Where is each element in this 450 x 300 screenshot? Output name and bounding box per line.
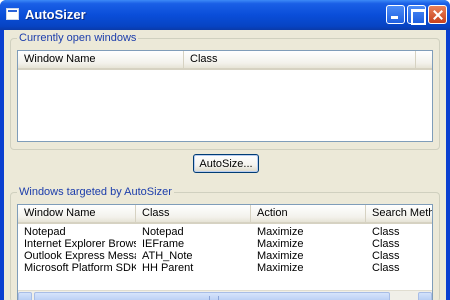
close-button[interactable] — [428, 5, 447, 24]
cell-class: HH Parent — [142, 262, 194, 274]
column-header-filler — [416, 51, 432, 68]
cell-search-method: Class — [372, 262, 400, 274]
column-header-action[interactable]: Action — [251, 205, 366, 222]
table-row[interactable]: Microsoft Platform SDK, ... HH Parent Ma… — [18, 262, 432, 274]
open-windows-header: Window Name Class — [18, 51, 432, 70]
minimize-button[interactable] — [386, 5, 405, 24]
scroll-right-icon[interactable] — [418, 292, 432, 300]
title-bar[interactable]: AutoSizer — [0, 0, 450, 30]
close-icon — [429, 6, 446, 23]
maximize-icon — [408, 6, 426, 25]
app-window-icon — [6, 8, 19, 20]
cell-window-name: Outlook Express Message — [24, 250, 136, 262]
cell-window-name: Notepad — [24, 226, 66, 238]
cell-action: Maximize — [257, 262, 304, 274]
cell-action: Maximize — [257, 238, 304, 250]
client-area: Currently open windows Window Name Class… — [4, 30, 446, 300]
cell-action: Maximize — [257, 250, 304, 262]
column-header-search-method[interactable]: Search Meth — [366, 205, 432, 222]
column-header-window-name[interactable]: Window Name — [18, 205, 136, 222]
scroll-left-icon[interactable] — [18, 292, 32, 300]
cell-class: Notepad — [142, 226, 184, 238]
horizontal-scrollbar[interactable] — [18, 290, 432, 300]
targeted-windows-header: Window Name Class Action Search Meth — [18, 205, 432, 224]
cell-window-name: Microsoft Platform SDK, ... — [24, 262, 136, 274]
open-windows-group-label: Currently open windows — [17, 32, 139, 44]
cell-search-method: Class — [372, 226, 400, 238]
column-header-window-name[interactable]: Window Name — [18, 51, 184, 68]
scroll-thumb[interactable] — [34, 292, 390, 300]
maximize-button[interactable] — [407, 5, 426, 25]
cell-search-method: Class — [372, 250, 400, 262]
open-windows-group: Currently open windows Window Name Class — [10, 32, 440, 150]
autosize-button[interactable]: AutoSize... — [193, 154, 259, 173]
minimize-icon — [387, 6, 404, 23]
cell-search-method: Class — [372, 238, 400, 250]
targeted-windows-group-label: Windows targeted by AutoSizer — [17, 186, 174, 198]
table-row[interactable]: Outlook Express Message ATH_Note Maximiz… — [18, 250, 432, 262]
window-title: AutoSizer — [25, 7, 86, 22]
app-window: AutoSizer Currently open windows Window … — [0, 0, 450, 300]
table-row[interactable]: Internet Explorer Browser IEFrame Maximi… — [18, 238, 432, 250]
targeted-windows-group: Windows targeted by AutoSizer Window Nam… — [10, 186, 440, 300]
table-row[interactable]: Notepad Notepad Maximize Class — [18, 226, 432, 238]
column-header-class[interactable]: Class — [184, 51, 416, 68]
open-windows-list[interactable]: Window Name Class — [17, 50, 433, 142]
cell-class: ATH_Note — [142, 250, 193, 262]
cell-window-name: Internet Explorer Browser — [24, 238, 136, 250]
cell-action: Maximize — [257, 226, 304, 238]
column-header-class[interactable]: Class — [136, 205, 251, 222]
cell-class: IEFrame — [142, 238, 185, 250]
targeted-windows-list[interactable]: Window Name Class Action Search Meth Not… — [17, 204, 433, 300]
